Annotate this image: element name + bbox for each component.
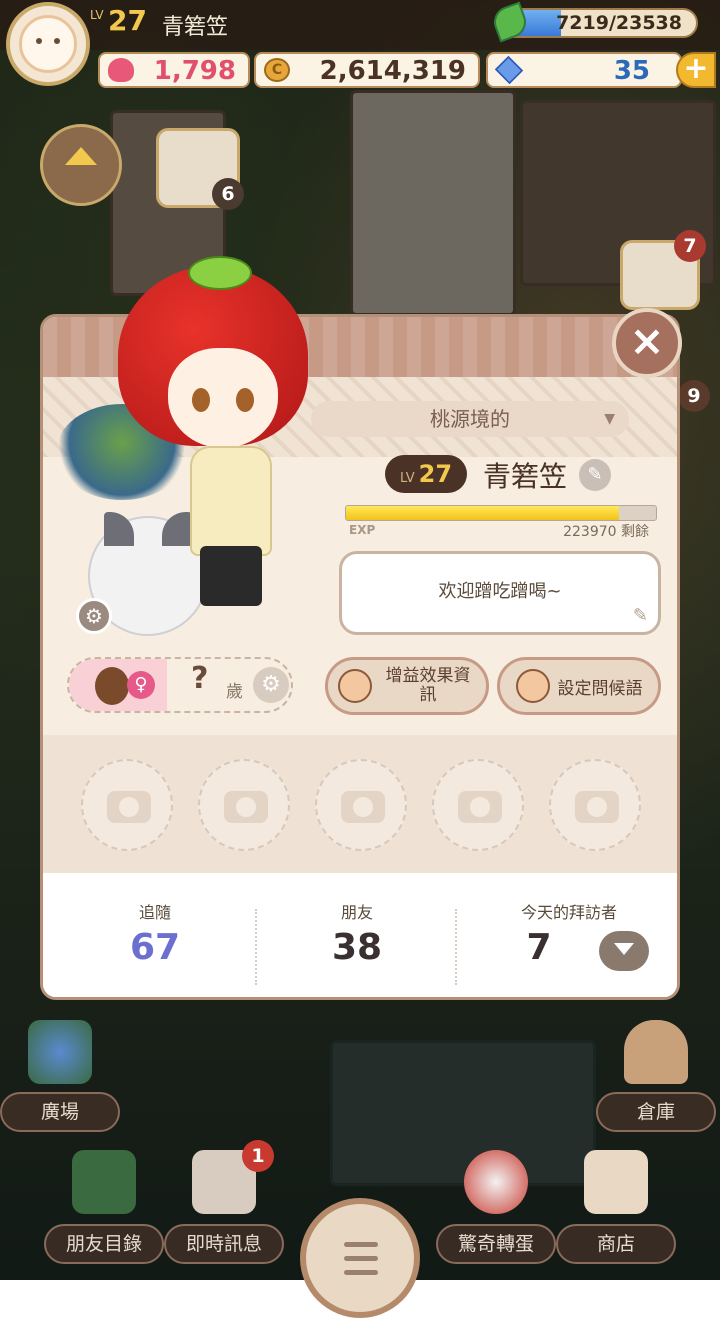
- gems-counter[interactable]: 35: [486, 52, 682, 88]
- set-greeting-button[interactable]: 設定問候語: [497, 657, 661, 715]
- nav-plaza[interactable]: 廣場: [0, 1020, 120, 1132]
- greeting-text: 欢迎蹭吃蹭喝~: [438, 581, 562, 602]
- hud-exp-bar: 7219/23538: [500, 8, 698, 38]
- chevron-down-icon[interactable]: [599, 931, 649, 971]
- heart-icon: [108, 58, 134, 82]
- calendar-badge: 6: [212, 178, 244, 210]
- character-body: [190, 446, 272, 556]
- nav-storage-label: 倉庫: [596, 1092, 716, 1132]
- nav-messages-label: 即時訊息: [164, 1224, 284, 1264]
- tree-icon: [28, 1020, 92, 1084]
- main-menu-button[interactable]: [300, 1198, 420, 1318]
- profile-exp-fill: [346, 506, 619, 520]
- hud-player-name: 青箬笠: [162, 15, 229, 40]
- camera-icon: [107, 791, 151, 823]
- gems-value: 35: [613, 56, 650, 86]
- menu-icon: [344, 1242, 378, 1247]
- player-character: [118, 256, 318, 626]
- title-dropdown[interactable]: 桃源境的 ▼: [311, 401, 629, 437]
- followers-label: 追隨: [138, 903, 171, 922]
- photo-slot[interactable]: [549, 759, 641, 851]
- followers-value[interactable]: 67: [55, 927, 255, 968]
- coins-counter[interactable]: C 2,614,319: [254, 52, 480, 88]
- hearts-counter[interactable]: 1,798: [98, 52, 250, 88]
- character-eye: [236, 388, 254, 412]
- sprout-icon: [188, 256, 252, 290]
- photo-slot[interactable]: [198, 759, 290, 851]
- photo-slot[interactable]: [432, 759, 524, 851]
- dropdown-arrow-icon: ▼: [604, 411, 615, 427]
- age-value: ?: [191, 661, 209, 696]
- set-greeting-label: 設定問候語: [557, 678, 643, 699]
- camera-icon: [575, 791, 619, 823]
- female-icon: ♀: [127, 671, 155, 699]
- exp-label: EXP: [349, 523, 376, 537]
- messages-badge: 1: [242, 1140, 274, 1172]
- profile-level-badge: LV 27: [385, 455, 467, 493]
- face-icon: [515, 669, 550, 703]
- hud-exp-text: 7219/23538: [556, 12, 682, 34]
- exp-remaining: 223970 剩餘: [563, 524, 649, 540]
- camera-icon: [224, 791, 268, 823]
- pencil-icon[interactable]: ✎: [579, 459, 611, 491]
- expand-menu-button[interactable]: [40, 124, 122, 206]
- nav-gacha-label: 驚奇轉蛋: [436, 1224, 556, 1264]
- menu-icon: [344, 1256, 378, 1261]
- add-gems-button[interactable]: +: [676, 52, 716, 88]
- character-face: [168, 348, 278, 448]
- friends-book-icon: [72, 1150, 136, 1214]
- profile-exp-bar: [345, 505, 657, 521]
- stats-panel: 追隨 67 朋友 38 今天的拜訪者 7: [43, 873, 677, 997]
- camera-icon: [458, 791, 502, 823]
- friends-label: 朋友: [340, 903, 373, 922]
- nav-gacha[interactable]: 驚奇轉蛋: [436, 1150, 556, 1264]
- visitors-label: 今天的拜訪者: [520, 903, 617, 922]
- character-legs: [200, 546, 262, 606]
- menu-icon: [344, 1270, 378, 1275]
- avatar-face-icon: [19, 15, 77, 73]
- storage-icon: [624, 1020, 688, 1084]
- girl-icon: [95, 667, 129, 705]
- age-label: 歲: [226, 682, 243, 702]
- nav-shop-label: 商店: [556, 1224, 676, 1264]
- nav-friends[interactable]: 朋友目錄: [44, 1150, 164, 1264]
- coins-value: 2,614,319: [319, 56, 466, 86]
- profile-level: 27: [418, 460, 453, 488]
- photo-slot[interactable]: [315, 759, 407, 851]
- profile-name: 青箬笠: [483, 460, 568, 493]
- friends-value[interactable]: 38: [257, 927, 457, 968]
- gear-icon[interactable]: ⚙: [253, 667, 289, 703]
- nav-shop[interactable]: 商店: [556, 1150, 676, 1264]
- chevron-up-icon: [65, 147, 97, 165]
- hearts-value: 1,798: [153, 56, 236, 86]
- camera-icon: [341, 791, 385, 823]
- gacha-icon: [464, 1150, 528, 1214]
- photo-slot[interactable]: [81, 759, 173, 851]
- buff-info-label: 增益效果資訊: [385, 666, 471, 705]
- character-eye: [192, 388, 210, 412]
- gem-icon: [494, 55, 524, 85]
- side-badge: 9: [678, 380, 710, 412]
- nav-friends-label: 朋友目錄: [44, 1224, 164, 1264]
- coin-icon: C: [264, 58, 290, 82]
- greeting-bubble[interactable]: 欢迎蹭吃蹭喝~ ✎: [339, 551, 661, 635]
- notes-badge: 7: [674, 230, 706, 262]
- nav-plaza-label: 廣場: [0, 1092, 120, 1132]
- shop-icon: [584, 1150, 648, 1214]
- pencil-icon: ✎: [632, 605, 648, 626]
- gear-icon[interactable]: ⚙: [76, 598, 112, 634]
- buff-info-button[interactable]: 增益效果資訊: [325, 657, 489, 715]
- profile-lv-label: LV: [399, 471, 415, 486]
- close-button[interactable]: ×: [612, 308, 682, 378]
- buff-icon: [338, 669, 372, 703]
- nav-storage[interactable]: 倉庫: [596, 1020, 716, 1132]
- player-avatar[interactable]: [6, 2, 90, 86]
- hud-lv-label: LV: [90, 8, 104, 22]
- hud-level: 27: [108, 4, 147, 37]
- title-text: 桃源境的: [430, 407, 510, 431]
